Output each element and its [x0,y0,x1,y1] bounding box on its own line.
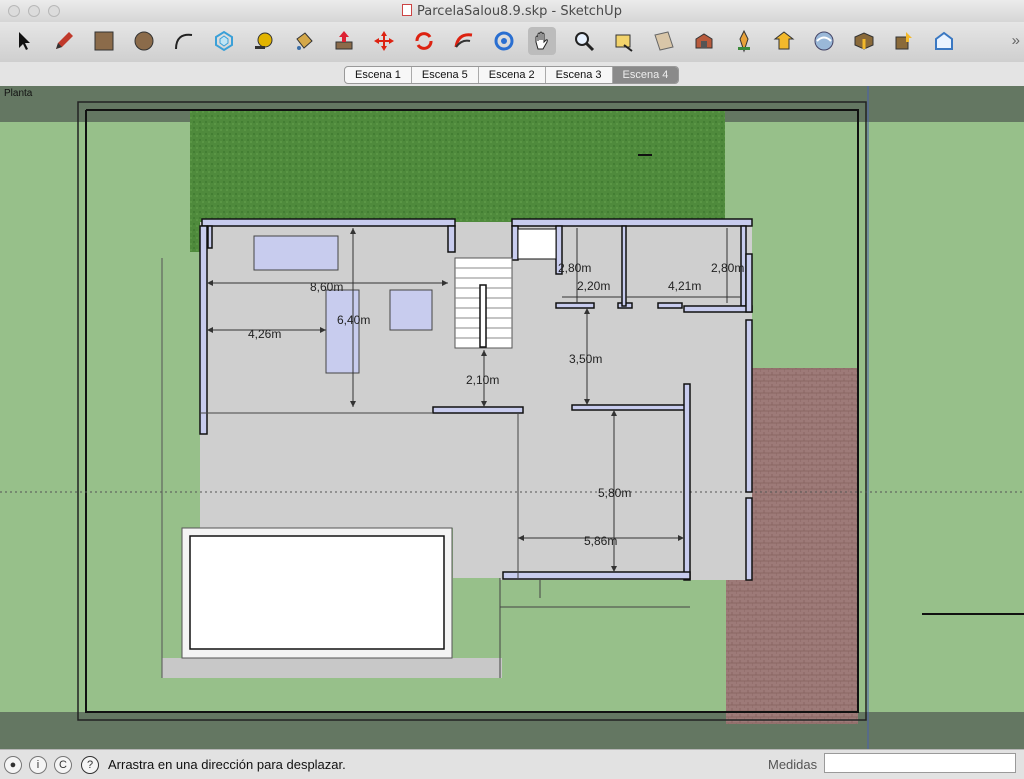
get-models-tool-icon[interactable] [770,27,798,55]
section-plane-tool-icon[interactable] [650,27,678,55]
shadow-band-bottom [0,712,1024,749]
add-location-tool-icon[interactable] [730,27,758,55]
zoom-tool-icon[interactable] [570,27,598,55]
user-icon[interactable]: C [54,756,72,774]
dimension-label: 5,80m [598,486,631,500]
share-component-tool-icon[interactable] [890,27,918,55]
arc-tool-icon[interactable] [170,27,198,55]
zoom-extents-tool-icon[interactable] [610,27,638,55]
window-title-wrap: ParcelaSalou8.9.skp - SketchUp [0,4,1024,19]
dimension-label: 3,50m [569,352,602,366]
rectangle-tool-icon[interactable] [90,27,118,55]
status-message: Arrastra en una dirección para desplazar… [108,757,346,772]
scene-label: Planta [4,88,33,99]
share-model-tool-icon[interactable] [810,27,838,55]
extension-warehouse-tool-icon[interactable] [850,27,878,55]
scene-tab-5[interactable]: Escena 5 [412,67,479,83]
scene-tabs: Escena 1 Escena 5 Escena 2 Escena 3 Esce… [344,66,680,84]
dimension-label: 6,40m [337,313,370,327]
pan-tool-icon[interactable] [528,27,556,55]
paint-bucket-tool-icon[interactable] [290,27,318,55]
measurements-input[interactable] [824,753,1016,773]
scene-tab-4-selected[interactable]: Escena 4 [612,67,679,83]
scene-tab-1[interactable]: Escena 1 [345,67,412,83]
window-title: ParcelaSalou8.9.skp - SketchUp [417,4,622,19]
tape-measure-tool-icon[interactable] [250,27,278,55]
push-pull-tool-icon[interactable] [330,27,358,55]
model-viewport[interactable]: 8,60m 6,40m 4,26m 2,10m 2,80m 2,20m 2,80… [0,86,1024,749]
furniture-table [325,289,360,374]
layout-tool-icon[interactable] [930,27,958,55]
pencil-tool-icon[interactable] [50,27,78,55]
dimension-label: 2,20m [577,279,610,293]
stair-handrail [479,284,487,348]
dimension-label: 8,60m [310,280,343,294]
follow-me-tool-icon[interactable] [450,27,478,55]
pool [189,535,445,650]
orbit-tool-icon[interactable] [490,27,518,55]
rotate-tool-icon[interactable] [410,27,438,55]
dimension-label: 4,26m [248,327,281,341]
help-icon[interactable]: ? [81,756,99,774]
furniture-chair [389,289,433,331]
components-tool-icon[interactable] [690,27,718,55]
document-icon [402,4,413,16]
window-void [517,228,557,260]
scene-tab-2[interactable]: Escena 2 [479,67,546,83]
offset-tool-icon[interactable] [210,27,238,55]
scene-tab-3[interactable]: Escena 3 [546,67,613,83]
dimension-label: 2,10m [466,373,499,387]
main-toolbar: » [0,22,1024,62]
floor-plan-drawing[interactable]: 8,60m 6,40m 4,26m 2,10m 2,80m 2,20m 2,80… [0,86,1024,749]
terrace-strip [162,658,502,678]
toolbar-overflow-button[interactable]: » [1012,32,1020,49]
dimension-label: 5,86m [584,534,617,548]
status-bar: ● i C ? Arrastra en una dirección para d… [0,749,1024,779]
dimension-label: 4,21m [668,279,701,293]
geo-location-icon[interactable]: ● [4,756,22,774]
furniture-sofa [253,235,339,271]
dimension-label: 2,80m [711,261,744,275]
move-tool-icon[interactable] [370,27,398,55]
dimension-label: 2,80m [558,261,591,275]
measurements-label: Medidas [768,757,818,772]
title-bar: ParcelaSalou8.9.skp - SketchUp [0,0,1024,22]
circle-tool-icon[interactable] [130,27,158,55]
credits-icon[interactable]: i [29,756,47,774]
select-tool-icon[interactable] [10,27,38,55]
scene-tabs-bar: Escena 1 Escena 5 Escena 2 Escena 3 Esce… [0,62,1024,87]
